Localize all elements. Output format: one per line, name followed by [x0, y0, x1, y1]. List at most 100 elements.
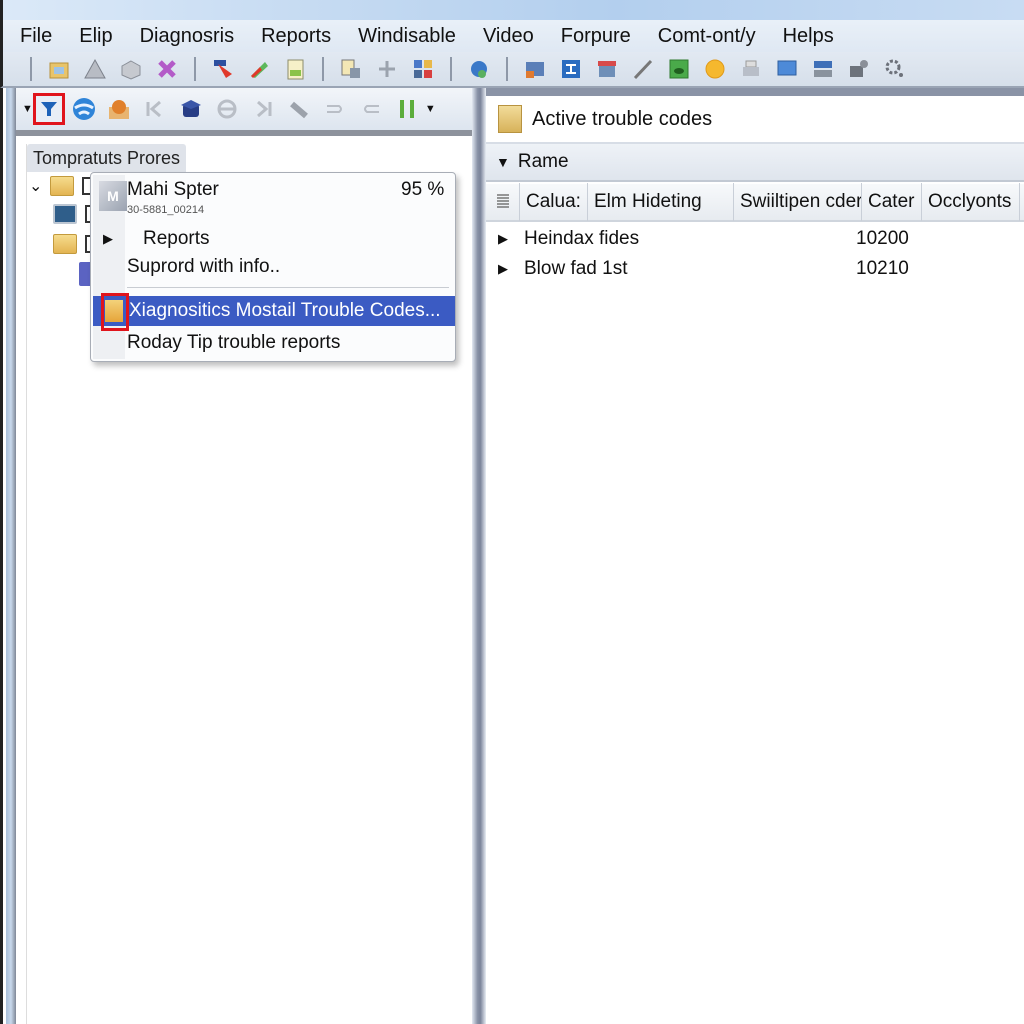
expand-arrow-icon[interactable]: ▶	[486, 261, 516, 277]
tree-toolbar: ▼ ▼	[16, 88, 476, 136]
menu-item-label: Roday Tip trouble reports	[127, 332, 341, 353]
menu-file[interactable]: File	[20, 25, 52, 48]
column-header[interactable]: Occlyonts	[922, 183, 1020, 221]
circle-minus-icon[interactable]	[215, 97, 239, 121]
app-icon: M	[99, 181, 127, 211]
network-icon[interactable]	[559, 57, 583, 81]
menu-diagnosis[interactable]: Diagnosris	[140, 25, 234, 48]
window-edge	[6, 88, 16, 1024]
monitor-icon[interactable]	[775, 57, 799, 81]
first-icon[interactable]	[143, 97, 167, 121]
triangle-tool-icon[interactable]	[83, 57, 107, 81]
toolbar-separator	[450, 57, 452, 81]
row-name: Heindax fides	[524, 228, 640, 249]
menu-item-support[interactable]: Suprord with info..	[91, 253, 455, 281]
menu-bar: File Elip Diagnosris Reports Windisable …	[0, 20, 1024, 52]
delete-x-icon[interactable]	[155, 57, 179, 81]
right-pane: Active trouble codes ▼ Rame Calua: Elm H…	[486, 88, 1024, 1024]
merge-icon[interactable]	[323, 97, 347, 121]
ruler-icon[interactable]	[287, 97, 311, 121]
toolbar-dropdown-icon[interactable]: ▼	[22, 103, 33, 115]
chevron-down-icon[interactable]: ⌄	[29, 176, 42, 196]
table-row[interactable]: ▶ Heindax fides 10200	[486, 224, 1024, 254]
column-chooser-icon[interactable]	[486, 183, 520, 221]
green-chip-icon[interactable]	[667, 57, 691, 81]
filter-button[interactable]	[32, 93, 65, 125]
menu-item-label: Suprord with info..	[127, 256, 281, 277]
column-header-row: Calua: Elm Hideting Swiiltipen cder Cate…	[486, 183, 1024, 222]
window-layout-icon[interactable]	[523, 57, 547, 81]
camera-gear-icon[interactable]	[847, 57, 871, 81]
group-label: Rame	[517, 151, 569, 172]
plus-icon[interactable]	[375, 57, 399, 81]
column-header[interactable]: Cater	[862, 183, 922, 221]
menu-reports[interactable]: Reports	[261, 25, 331, 48]
row-code: 10200	[856, 228, 909, 249]
menu-header-subtitle: 30-5881_00214	[127, 204, 205, 216]
pause-icon[interactable]	[395, 97, 419, 121]
menu-item-label: Reports	[143, 228, 210, 249]
pen-icon[interactable]	[247, 57, 271, 81]
menu-forpure[interactable]: Forpure	[561, 25, 631, 48]
printer-icon[interactable]	[739, 57, 763, 81]
filter-icon	[40, 102, 57, 116]
pencil-icon[interactable]	[631, 57, 655, 81]
components-icon[interactable]	[411, 57, 435, 81]
row-name: Blow fad 1st	[524, 258, 628, 279]
highlight-box	[101, 293, 129, 331]
store-icon[interactable]	[595, 57, 619, 81]
main-toolbar	[0, 52, 1024, 88]
tree-node[interactable]: ⌄	[29, 176, 97, 196]
menu-item-trouble-reports[interactable]: Roday Tip trouble reports	[91, 328, 455, 358]
package-icon[interactable]	[107, 97, 131, 121]
context-menu: M Mahi Spter 30-5881_00214 95 % ▶ Report…	[90, 172, 456, 362]
folder-icon	[53, 234, 77, 254]
box-icon[interactable]	[119, 57, 143, 81]
toolbar-separator	[322, 57, 324, 81]
report-sheet-icon[interactable]	[283, 57, 307, 81]
last-icon[interactable]	[251, 97, 275, 121]
group-header[interactable]: ▼ Rame	[486, 144, 1024, 182]
pane-splitter[interactable]	[472, 88, 486, 1024]
menu-header-percent: 95 %	[401, 179, 445, 200]
row-code: 10210	[856, 258, 909, 279]
toolbar-overflow-icon[interactable]: ▼	[425, 103, 436, 115]
collapse-triangle-icon[interactable]: ▼	[496, 154, 510, 170]
pane-title: Active trouble codes	[532, 107, 713, 130]
expand-arrow-icon[interactable]: ▶	[486, 231, 516, 247]
toolbar-separator	[30, 57, 32, 81]
menu-help[interactable]: Helps	[783, 25, 834, 48]
sun-icon[interactable]	[703, 57, 727, 81]
menu-item-diagnostics-trouble-codes[interactable]: Xiagnositics Mostail Trouble Codes...	[93, 296, 455, 326]
window-title-bar	[0, 0, 1024, 20]
pane-header: Active trouble codes	[486, 88, 1024, 144]
folder-icon	[50, 176, 75, 196]
document-copy-icon[interactable]	[339, 57, 363, 81]
toolbar-separator	[194, 57, 196, 81]
column-header[interactable]: Calua:	[520, 183, 588, 221]
menu-header-title: Mahi Spter	[127, 179, 219, 200]
toolbar-separator	[506, 57, 508, 81]
menu-window[interactable]: Windisable	[358, 25, 456, 48]
document-icon	[498, 105, 522, 133]
menu-item-reports[interactable]: ▶ Reports	[91, 225, 455, 253]
column-header[interactable]: Swiiltipen cder	[734, 183, 862, 221]
tree-tab[interactable]: Tompratuts Prores	[27, 144, 187, 172]
menu-video[interactable]: Video	[483, 25, 534, 48]
globe-icon[interactable]	[71, 97, 95, 121]
settings-gear-icon[interactable]	[883, 57, 907, 81]
menu-separator	[127, 287, 449, 288]
menu-edit[interactable]: Elip	[79, 25, 112, 48]
menu-community[interactable]: Comt-ont/y	[658, 25, 756, 48]
cursor-arrow-icon[interactable]	[211, 57, 235, 81]
graduation-icon[interactable]	[179, 97, 203, 121]
table-row[interactable]: ▶ Blow fad 1st 10210	[486, 254, 1024, 284]
globe-lock-icon[interactable]	[467, 57, 491, 81]
column-header[interactable]: Elm Hideting	[588, 183, 734, 221]
menu-item-label: Xiagnositics Mostail Trouble Codes...	[129, 300, 441, 321]
open-folder-icon[interactable]	[47, 57, 71, 81]
server-icon[interactable]	[811, 57, 835, 81]
monitor-icon	[53, 204, 77, 224]
submenu-arrow-icon: ▶	[103, 231, 113, 246]
split-icon[interactable]	[359, 97, 383, 121]
